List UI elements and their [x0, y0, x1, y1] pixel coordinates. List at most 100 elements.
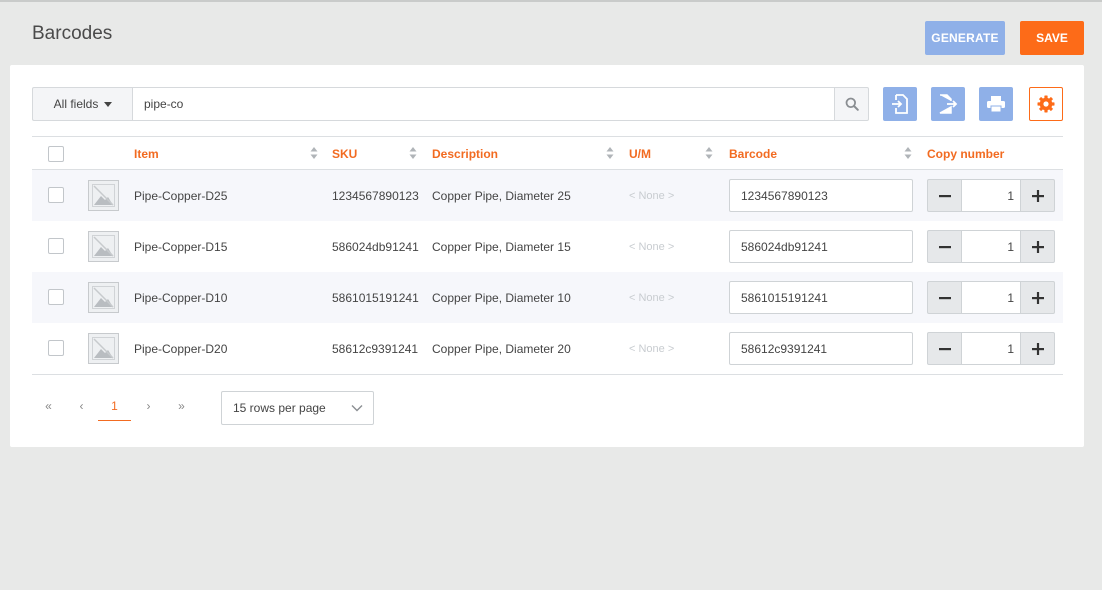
top-border: [0, 0, 1102, 2]
column-header-description[interactable]: Description: [432, 137, 498, 170]
settings-button[interactable]: [1029, 87, 1063, 121]
item-name[interactable]: Pipe-Copper-D20: [134, 323, 227, 374]
minus-icon: [938, 347, 951, 350]
barcode-field[interactable]: [729, 230, 913, 263]
description-value: Copper Pipe, Diameter 20: [432, 341, 571, 356]
decrement-button[interactable]: [927, 281, 962, 314]
sort-icon[interactable]: [705, 146, 713, 160]
print-icon: [987, 96, 1005, 113]
increment-button[interactable]: [1020, 332, 1055, 365]
barcodes-panel: All fields pipe-co Item SKU Description …: [10, 65, 1084, 447]
search-icon: [845, 97, 859, 111]
table-header: Item SKU Description U/M Barcode Copy nu…: [32, 136, 1063, 170]
increment-button[interactable]: [1020, 230, 1055, 263]
plus-icon: [1031, 189, 1044, 202]
copy-number-stepper: 1: [927, 179, 1055, 212]
table-row: Pipe-Copper-D20 58612c9391241 Copper Pip…: [32, 323, 1063, 374]
um-value: < None >: [629, 189, 675, 202]
item-name[interactable]: Pipe-Copper-D15: [134, 221, 227, 272]
copy-number-stepper: 1: [927, 281, 1055, 314]
barcode-field[interactable]: [729, 281, 913, 314]
decrement-button[interactable]: [927, 332, 962, 365]
column-header-copy-number: Copy number: [927, 146, 1005, 161]
rows-per-page-select[interactable]: 15 rows per page: [221, 391, 374, 425]
caret-down-icon: [104, 101, 113, 107]
select-all-checkbox[interactable]: [48, 146, 64, 162]
image-placeholder-icon: [92, 286, 115, 309]
increment-button[interactable]: [1020, 281, 1055, 314]
barcode-field[interactable]: [729, 179, 913, 212]
image-placeholder-icon: [92, 337, 115, 360]
barcode-field[interactable]: [729, 332, 913, 365]
rows-per-page-label: 15 rows per page: [233, 401, 326, 415]
table-row: Pipe-Copper-D15 586024db91241 Copper Pip…: [32, 221, 1063, 272]
row-checkbox[interactable]: [48, 340, 64, 356]
table-body: Pipe-Copper-D25 1234567890123 Copper Pip…: [32, 170, 1063, 375]
plus-icon: [1031, 240, 1044, 253]
copy-number-stepper: 1: [927, 230, 1055, 263]
minus-icon: [938, 194, 951, 197]
sku-value: 586024db91241: [332, 239, 419, 254]
minus-icon: [938, 245, 951, 248]
copy-number-input[interactable]: 1: [962, 179, 1020, 212]
table-row: Pipe-Copper-D10 5861015191241 Copper Pip…: [32, 272, 1063, 323]
print-button[interactable]: [979, 87, 1013, 121]
item-image-placeholder: [88, 231, 119, 262]
first-page-button[interactable]: «: [32, 391, 65, 421]
last-page-button[interactable]: »: [165, 391, 198, 421]
decrement-button[interactable]: [927, 230, 962, 263]
next-page-button[interactable]: ›: [132, 391, 165, 421]
minus-icon: [938, 296, 951, 299]
column-header-sku[interactable]: SKU: [332, 137, 357, 170]
um-value: < None >: [629, 291, 675, 304]
image-placeholder-icon: [92, 235, 115, 258]
search-input[interactable]: [132, 87, 835, 121]
sku-value: 58612c9391241: [332, 341, 419, 356]
prev-page-button[interactable]: ‹: [65, 391, 98, 421]
copy-number-stepper: 1: [927, 332, 1055, 365]
item-name[interactable]: Pipe-Copper-D25: [134, 170, 227, 221]
search-field-dropdown[interactable]: All fields: [32, 87, 133, 121]
um-value: < None >: [629, 240, 675, 253]
search-field-label: All fields: [53, 97, 99, 111]
column-header-um[interactable]: U/M: [629, 137, 651, 170]
copy-number-input[interactable]: 1: [962, 230, 1020, 263]
um-value: < None >: [629, 342, 675, 355]
generate-button[interactable]: GENERATE: [925, 21, 1005, 55]
sort-icon[interactable]: [904, 146, 912, 160]
item-image-placeholder: [88, 180, 119, 211]
item-image-placeholder: [88, 333, 119, 364]
item-image-placeholder: [88, 282, 119, 313]
row-checkbox[interactable]: [48, 187, 64, 203]
import-icon: [892, 94, 908, 114]
sku-value: 5861015191241: [332, 290, 419, 305]
search-button[interactable]: [834, 87, 869, 121]
current-page-button[interactable]: 1: [98, 391, 131, 421]
export-icon: [939, 94, 958, 114]
decrement-button[interactable]: [927, 179, 962, 212]
plus-icon: [1031, 342, 1044, 355]
description-value: Copper Pipe, Diameter 25: [432, 188, 571, 203]
copy-number-input[interactable]: 1: [962, 332, 1020, 365]
plus-icon: [1031, 291, 1044, 304]
image-placeholder-icon: [92, 184, 115, 207]
sort-icon[interactable]: [409, 146, 417, 160]
column-header-barcode[interactable]: Barcode: [729, 137, 777, 170]
barcodes-table: Item SKU Description U/M Barcode Copy nu…: [32, 136, 1063, 375]
description-value: Copper Pipe, Diameter 15: [432, 239, 571, 254]
row-checkbox[interactable]: [48, 238, 64, 254]
settings-icon: [1037, 95, 1055, 113]
chevron-down-icon: [351, 405, 363, 412]
table-row: Pipe-Copper-D25 1234567890123 Copper Pip…: [32, 170, 1063, 221]
description-value: Copper Pipe, Diameter 10: [432, 290, 571, 305]
import-button[interactable]: [883, 87, 917, 121]
column-header-item[interactable]: Item: [134, 137, 159, 170]
export-button[interactable]: [931, 87, 965, 121]
copy-number-input[interactable]: 1: [962, 281, 1020, 314]
save-button[interactable]: SAVE: [1020, 21, 1084, 55]
sort-icon[interactable]: [310, 146, 318, 160]
sort-icon[interactable]: [606, 146, 614, 160]
item-name[interactable]: Pipe-Copper-D10: [134, 272, 227, 323]
row-checkbox[interactable]: [48, 289, 64, 305]
increment-button[interactable]: [1020, 179, 1055, 212]
